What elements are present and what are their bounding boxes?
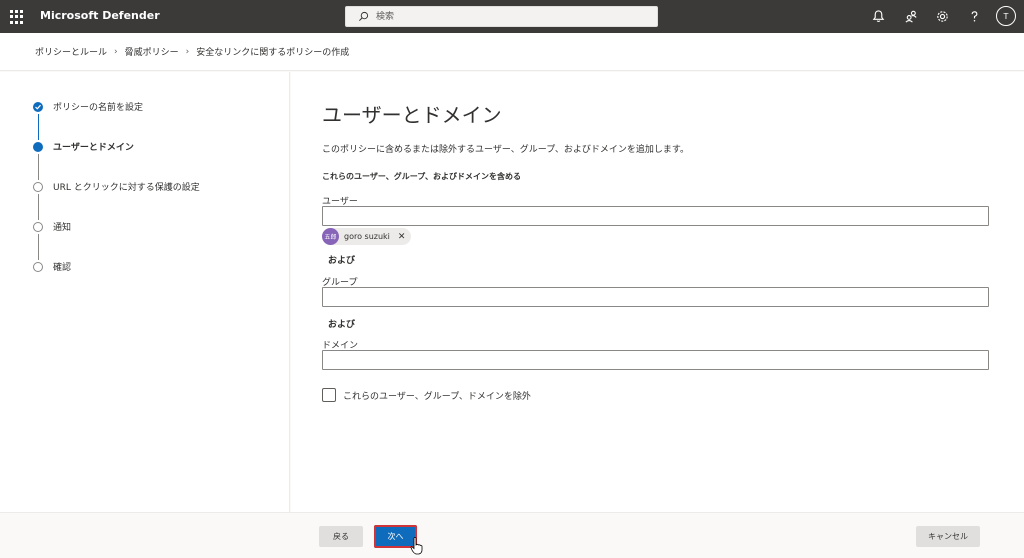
hand-cursor-icon (410, 537, 423, 555)
checkmark-icon (33, 101, 43, 112)
wizard-step-name[interactable]: ポリシーの名前を設定 (33, 100, 143, 113)
page-title: ユーザーとドメイン (322, 103, 502, 127)
wizard-step-label: ユーザーとドメイン (53, 143, 134, 153)
domains-input[interactable] (322, 350, 989, 370)
wizard-step-label: ポリシーの名前を設定 (53, 103, 144, 113)
help-icon[interactable] (967, 9, 982, 24)
app-launcher-icon[interactable] (10, 10, 24, 24)
back-button[interactable]: 戻る (319, 526, 363, 547)
step-connector (38, 114, 39, 140)
step-connector (38, 154, 39, 180)
step-connector (38, 194, 39, 220)
wizard-step-users-domains[interactable]: ユーザーとドメイン (33, 140, 134, 153)
wizard-step-review[interactable]: 確認 (33, 260, 71, 273)
search-input[interactable] (376, 10, 646, 24)
chevron-right-icon: › (185, 46, 190, 57)
breadcrumb-item-policies[interactable]: ポリシーとルール (35, 45, 107, 58)
exclude-checkbox-label: これらのユーザー、グループ、ドメインを除外 (343, 391, 531, 402)
wizard-step-notification[interactable]: 通知 (33, 220, 71, 233)
people-icon[interactable] (904, 9, 919, 24)
pending-step-icon (33, 181, 43, 192)
cancel-button[interactable]: キャンセル (916, 526, 980, 547)
wizard-step-url-protection[interactable]: URL とクリックに対する保護の設定 (33, 180, 200, 193)
app-title[interactable]: Microsoft Defender (40, 9, 160, 22)
breadcrumb-item-current: 安全なリンクに関するポリシーの作成 (196, 48, 350, 58)
account-avatar[interactable]: T (996, 6, 1016, 26)
exclude-checkbox-row[interactable]: これらのユーザー、グループ、ドメインを除外 (322, 388, 531, 402)
user-chip: 五郎 goro suzuki ✕ (322, 228, 412, 245)
top-bar: Microsoft Defender T (0, 0, 1024, 33)
chevron-right-icon: › (114, 46, 118, 57)
wizard-steps: ポリシーの名前を設定 ユーザーとドメイン URL とクリックに対する保護の設定 … (0, 72, 290, 512)
include-section-title: これらのユーザー、グループ、およびドメインを含める (322, 172, 522, 181)
bell-icon[interactable] (871, 9, 886, 24)
wizard-step-label: 確認 (53, 263, 72, 273)
user-chip-name: goro suzuki (344, 232, 390, 241)
user-chip-avatar: 五郎 (322, 228, 339, 245)
page-description: このポリシーに含めるまたは除外するユーザー、グループ、およびドメインを追加します… (322, 145, 690, 155)
remove-user-icon[interactable]: ✕ (398, 232, 406, 242)
groups-input[interactable] (322, 287, 989, 307)
step-connector (38, 234, 39, 260)
main-panel: ユーザーとドメイン このポリシーに含めるまたは除外するユーザー、グループ、および… (291, 72, 1024, 512)
and-label: および (328, 320, 356, 330)
footer-bar: 戻る 次へ キャンセル (0, 512, 1024, 558)
current-step-icon (33, 141, 43, 152)
exclude-checkbox[interactable] (322, 388, 336, 402)
gear-icon[interactable] (935, 9, 950, 24)
wizard-step-label: 通知 (53, 223, 72, 233)
search-box[interactable] (345, 6, 658, 27)
users-input[interactable] (322, 206, 989, 226)
search-icon (359, 11, 369, 21)
breadcrumb: ポリシーとルール › 脅威ポリシー › 安全なリンクに関するポリシーの作成 (0, 33, 1024, 71)
pending-step-icon (33, 221, 43, 232)
and-label: および (328, 256, 356, 266)
pending-step-icon (33, 261, 43, 272)
wizard-step-label: URL とクリックに対する保護の設定 (53, 183, 200, 193)
breadcrumb-item-threat-policies[interactable]: 脅威ポリシー (125, 45, 179, 58)
